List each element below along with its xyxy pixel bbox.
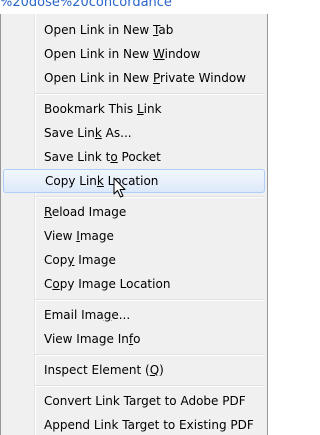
menu-separator	[1, 90, 267, 97]
menu-item-copy-image-location[interactable]: Copy Image Location	[1, 272, 267, 296]
menu-item-reload-image[interactable]: Reload Image	[1, 200, 267, 224]
menu-item-append-link-to-pdf[interactable]: Append Link Target to Existing PDF	[1, 413, 267, 435]
context-menu: Open Link in New Tab Open Link in New Wi…	[0, 14, 268, 435]
menu-item-save-link-to-pocket[interactable]: Save Link to Pocket	[1, 145, 267, 169]
menu-separator	[1, 296, 267, 303]
menu-item-open-link-private-window[interactable]: Open Link in New Private Window	[1, 66, 267, 90]
menu-item-copy-link-location[interactable]: Copy Link Location	[3, 169, 265, 193]
menu-separator	[1, 382, 267, 389]
underlying-link[interactable]: %20dose%20concordance	[0, 0, 268, 14]
menu-separator	[1, 351, 267, 358]
menu-item-view-image-info[interactable]: View Image Info	[1, 327, 267, 351]
menu-item-open-link-new-tab[interactable]: Open Link in New Tab	[1, 18, 267, 42]
menu-item-view-image[interactable]: View Image	[1, 224, 267, 248]
menu-item-inspect-element[interactable]: Inspect Element (Q)	[1, 358, 267, 382]
menu-item-convert-link-to-pdf[interactable]: Convert Link Target to Adobe PDF	[1, 389, 267, 413]
menu-item-save-link-as[interactable]: Save Link As...	[1, 121, 267, 145]
menu-item-bookmark-link[interactable]: Bookmark This Link	[1, 97, 267, 121]
menu-item-open-link-new-window[interactable]: Open Link in New Window	[1, 42, 267, 66]
mouse-pointer-icon	[113, 177, 126, 198]
link-text[interactable]: %20dose%20concordance	[0, 0, 172, 10]
menu-item-copy-image[interactable]: Copy Image	[1, 248, 267, 272]
menu-separator	[1, 193, 267, 200]
screen: %20dose%20concordance Open Link in New T…	[0, 0, 268, 435]
menu-item-email-image[interactable]: Email Image...	[1, 303, 267, 327]
